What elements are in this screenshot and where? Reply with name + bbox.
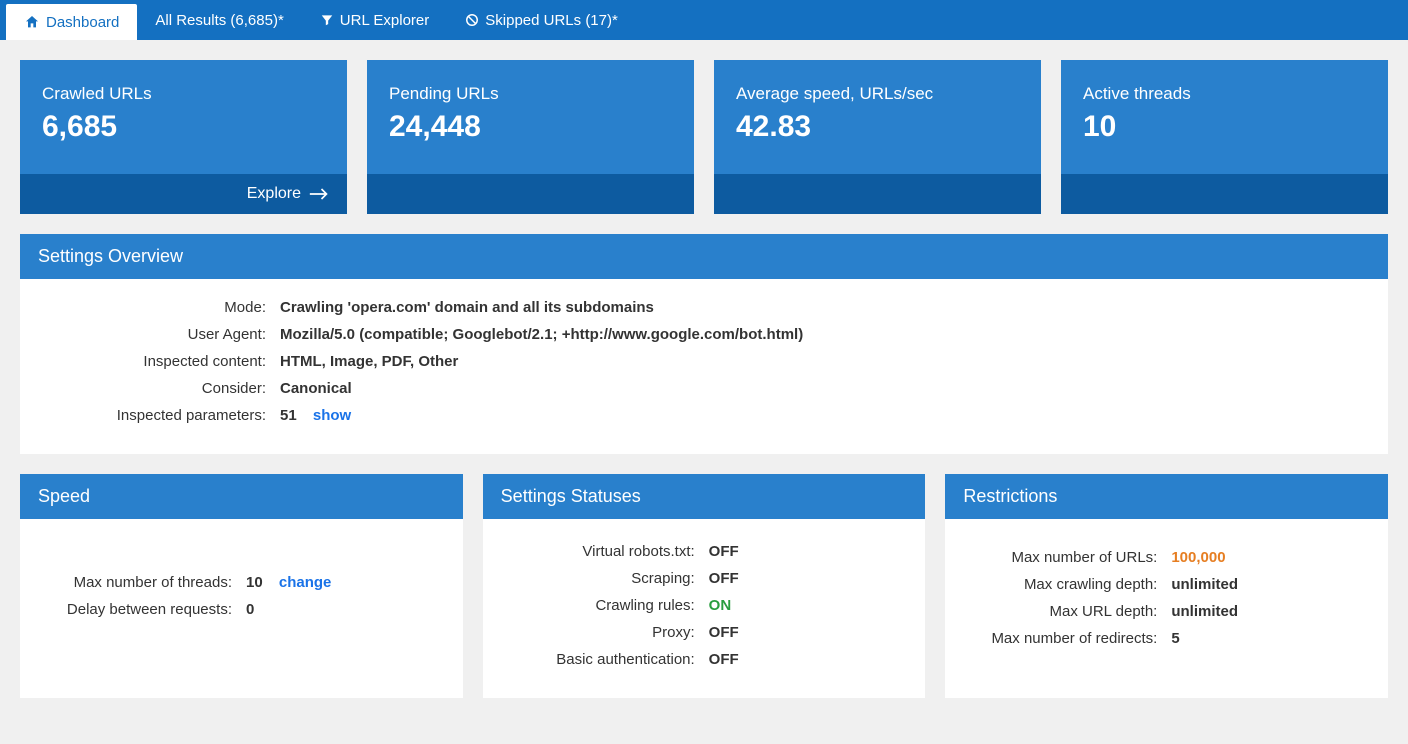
kv-label-max-redirects: Max number of redirects: [961, 630, 1171, 647]
tab-skipped-urls[interactable]: Skipped URLs (17)* [447, 0, 636, 40]
explore-label: Explore [247, 185, 301, 203]
kv-value-crawl-depth: unlimited [1171, 576, 1238, 593]
panel-title: Settings Statuses [483, 474, 926, 519]
kv-label-scraping: Scraping: [499, 570, 709, 587]
kv-value-basic-auth: OFF [709, 651, 739, 668]
params-count: 51 [280, 407, 297, 424]
card-pending-urls: Pending URLs 24,448 [367, 60, 694, 214]
home-icon [24, 14, 40, 30]
settings-overview-panel: Settings Overview Mode: Crawling 'opera.… [20, 234, 1388, 454]
kv-value-inspected-content: HTML, Image, PDF, Other [280, 353, 458, 370]
panel-title: Settings Overview [20, 234, 1388, 279]
show-params-link[interactable]: show [313, 407, 351, 424]
kv-value-max-urls: 100,000 [1171, 549, 1225, 566]
tab-label: Skipped URLs (17)* [485, 12, 618, 29]
ban-icon [465, 13, 479, 27]
card-value: 24,448 [389, 110, 672, 144]
kv-label-crawling-rules: Crawling rules: [499, 597, 709, 614]
kv-label-max-urls: Max number of URLs: [961, 549, 1171, 566]
explore-button[interactable]: Explore [20, 174, 347, 214]
card-title: Average speed, URLs/sec [736, 84, 1019, 104]
settings-statuses-panel: Settings Statuses Virtual robots.txt: OF… [483, 474, 926, 698]
restrictions-panel: Restrictions Max number of URLs: 100,000… [945, 474, 1388, 698]
card-active-threads: Active threads 10 [1061, 60, 1388, 214]
card-crawled-urls: Crawled URLs 6,685 Explore [20, 60, 347, 214]
card-value: 42.83 [736, 110, 1019, 144]
card-title: Pending URLs [389, 84, 672, 104]
kv-label-mode: Mode: [40, 299, 280, 316]
card-footer-empty [1061, 174, 1388, 214]
card-value: 10 [1083, 110, 1366, 144]
card-footer-empty [367, 174, 694, 214]
kv-value-inspected-params: 51 show [280, 407, 351, 424]
kv-value-user-agent: Mozilla/5.0 (compatible; Googlebot/2.1; … [280, 326, 803, 343]
change-threads-link[interactable]: change [279, 574, 332, 591]
panel-title: Restrictions [945, 474, 1388, 519]
tab-label: All Results (6,685)* [155, 12, 283, 29]
tab-dashboard[interactable]: Dashboard [6, 4, 137, 40]
tab-all-results[interactable]: All Results (6,685)* [137, 0, 301, 40]
kv-label-delay: Delay between requests: [36, 601, 246, 618]
kv-value-max-redirects: 5 [1171, 630, 1179, 647]
card-title: Active threads [1083, 84, 1366, 104]
card-title: Crawled URLs [42, 84, 325, 104]
tab-bar: Dashboard All Results (6,685)* URL Explo… [0, 0, 1408, 40]
kv-label-crawl-depth: Max crawling depth: [961, 576, 1171, 593]
kv-value-scraping: OFF [709, 570, 739, 587]
card-value: 6,685 [42, 110, 325, 144]
speed-panel: Speed Max number of threads: 10 change D… [20, 474, 463, 698]
filter-icon [320, 13, 334, 27]
kv-label-url-depth: Max URL depth: [961, 603, 1171, 620]
tab-label: Dashboard [46, 14, 119, 31]
content-area: Crawled URLs 6,685 Explore Pending URLs … [0, 40, 1408, 738]
card-footer-empty [714, 174, 1041, 214]
kv-label-inspected-content: Inspected content: [40, 353, 280, 370]
kv-value-proxy: OFF [709, 624, 739, 641]
lower-panels-row: Speed Max number of threads: 10 change D… [20, 474, 1388, 718]
kv-label-proxy: Proxy: [499, 624, 709, 641]
kv-value-consider: Canonical [280, 380, 352, 397]
tab-url-explorer[interactable]: URL Explorer [302, 0, 447, 40]
kv-label-inspected-params: Inspected parameters: [40, 407, 280, 424]
stat-cards-row: Crawled URLs 6,685 Explore Pending URLs … [20, 60, 1388, 214]
card-avg-speed: Average speed, URLs/sec 42.83 [714, 60, 1041, 214]
panel-title: Speed [20, 474, 463, 519]
kv-value-max-threads: 10 change [246, 574, 331, 591]
kv-label-max-threads: Max number of threads: [36, 574, 246, 591]
arrow-right-icon [309, 187, 329, 201]
kv-value-mode: Crawling 'opera.com' domain and all its … [280, 299, 654, 316]
threads-value: 10 [246, 574, 263, 591]
kv-value-crawling-rules: ON [709, 597, 732, 614]
kv-value-robots: OFF [709, 543, 739, 560]
kv-value-url-depth: unlimited [1171, 603, 1238, 620]
tab-label: URL Explorer [340, 12, 429, 29]
kv-label-basic-auth: Basic authentication: [499, 651, 709, 668]
kv-label-robots: Virtual robots.txt: [499, 543, 709, 560]
kv-value-delay: 0 [246, 601, 254, 618]
kv-label-user-agent: User Agent: [40, 326, 280, 343]
kv-label-consider: Consider: [40, 380, 280, 397]
